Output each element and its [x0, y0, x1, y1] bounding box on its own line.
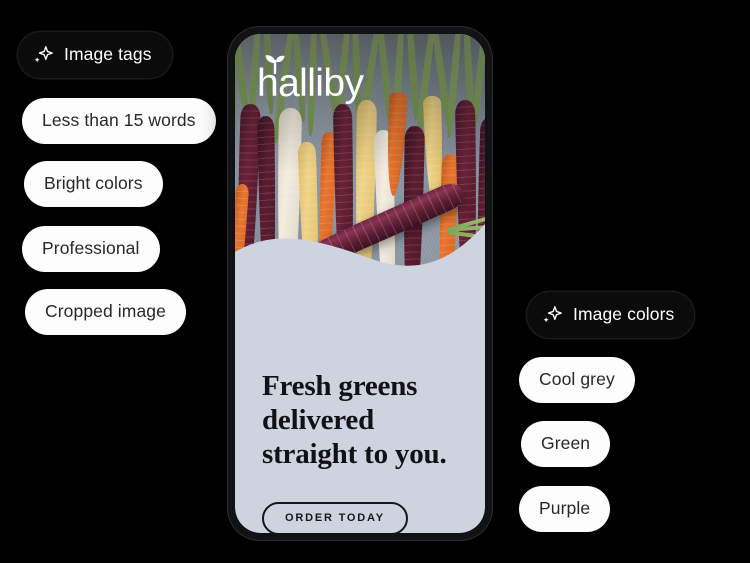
phone-screen: halliby Fresh greens delivered straight … [235, 34, 485, 533]
color-pill-cool-grey[interactable]: Cool grey [519, 357, 635, 403]
tag-pill-less-than-15-words[interactable]: Less than 15 words [22, 98, 216, 144]
canvas: Image tags Less than 15 words Bright col… [0, 0, 750, 563]
image-tags-header-pill: Image tags [18, 32, 172, 78]
image-tags-header-label: Image tags [64, 44, 152, 65]
tag-label: Bright colors [44, 173, 143, 194]
color-label: Purple [539, 498, 591, 519]
phone-mockup: halliby Fresh greens delivered straight … [228, 27, 492, 540]
tag-label: Cropped image [45, 301, 166, 322]
image-colors-header-pill: Image colors [527, 292, 695, 338]
sparkle-icon [543, 306, 562, 323]
tag-label: Professional [42, 238, 140, 259]
sparkle-icon [34, 46, 53, 63]
sprout-leaf-icon [265, 55, 285, 74]
wave-divider [235, 224, 485, 334]
color-pill-purple[interactable]: Purple [519, 486, 611, 532]
promo-headline: Fresh greens delivered straight to you. [262, 370, 447, 470]
image-colors-header-label: Image colors [573, 304, 675, 325]
order-today-button[interactable]: ORDER TODAY [262, 501, 408, 533]
hero-photo: halliby [235, 34, 485, 334]
color-pill-green[interactable]: Green [521, 421, 611, 467]
tag-pill-cropped-image[interactable]: Cropped image [25, 289, 186, 335]
tag-pill-professional[interactable]: Professional [22, 226, 160, 272]
brand-logo: halliby [257, 55, 364, 103]
promo-copy: Fresh greens delivered straight to you. … [262, 370, 465, 533]
color-label: Cool grey [539, 369, 615, 390]
tag-label: Less than 15 words [42, 110, 196, 131]
color-label: Green [541, 433, 591, 454]
tag-pill-bright-colors[interactable]: Bright colors [24, 161, 163, 207]
